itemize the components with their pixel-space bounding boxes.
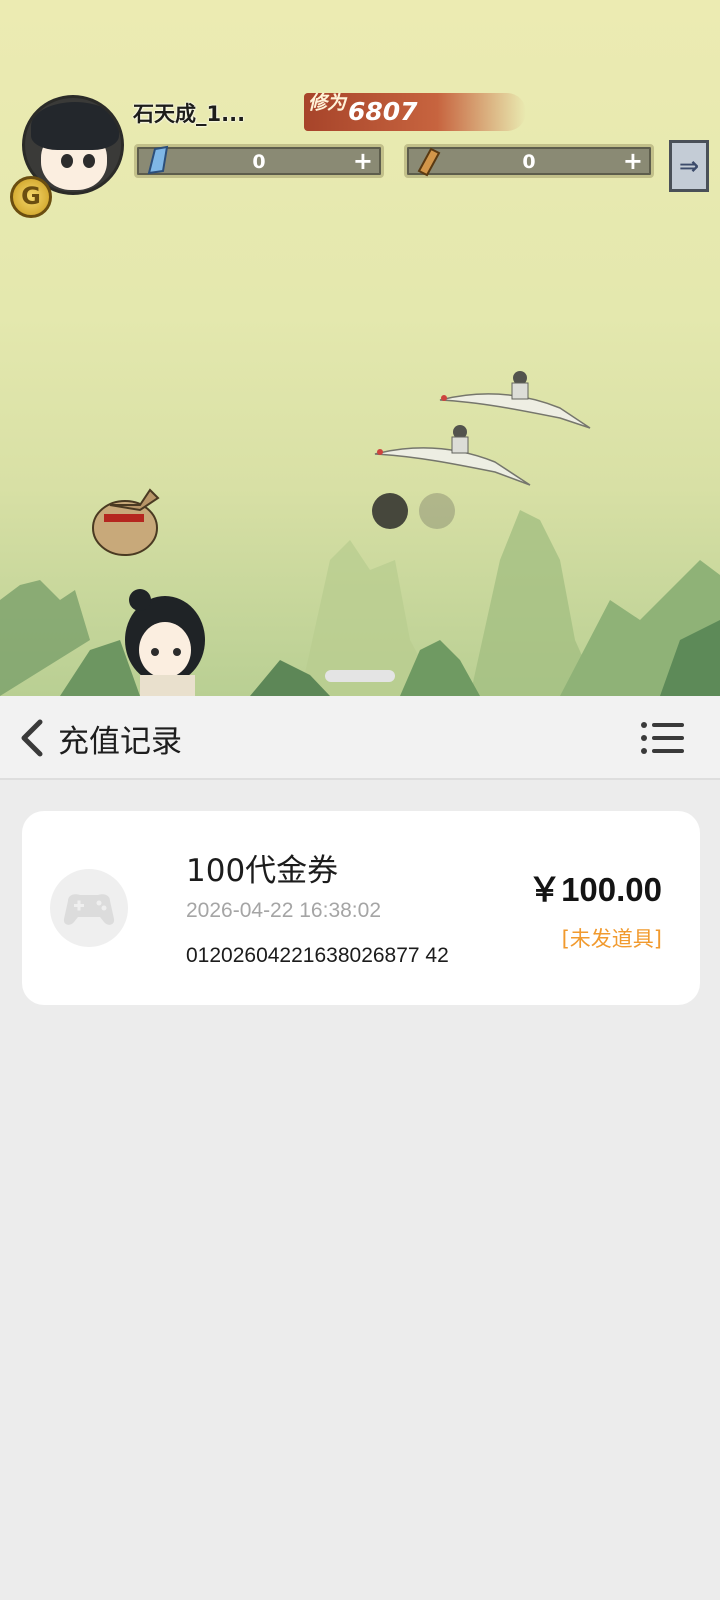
add-scroll-button[interactable]: +	[623, 149, 643, 173]
recharge-record-card[interactable]: 100代金券 2026-04-22 16:38:02 0120260422163…	[22, 811, 700, 1005]
avatar-eye	[61, 154, 73, 168]
record-order-number: 01202604221638026877 42	[186, 944, 449, 967]
recharge-records-sheet: 充值记录 100代金券 2026-04-22 16:38:02 01202604…	[0, 696, 720, 1600]
game-scene[interactable]: G 石天成_1... 修为 6807 0 + 0 + ⇒	[0, 0, 720, 696]
record-timestamp: 2026-04-22 16:38:02	[186, 899, 381, 922]
level-badge[interactable]: G	[10, 176, 52, 218]
cultivation-label: 修为	[308, 92, 347, 114]
crystal-resource-bar[interactable]: 0 +	[134, 144, 384, 178]
drag-handle[interactable]	[325, 670, 395, 682]
record-status: [未发道具]	[561, 927, 662, 951]
player-name: 石天成_1...	[133, 102, 246, 126]
record-price: ￥100.00	[528, 871, 662, 908]
cultivation-banner: 修为 6807	[304, 93, 526, 131]
crystal-count: 0	[252, 151, 266, 173]
gamepad-icon	[50, 869, 128, 947]
chevron-left-icon[interactable]	[14, 714, 50, 762]
avatar-hair	[31, 102, 119, 150]
cultivation-value: 6807	[348, 97, 418, 126]
pagination-dots	[372, 493, 455, 529]
avatar-eye	[83, 154, 95, 168]
money-bag-icon	[92, 488, 160, 556]
nav-bar: 充值记录	[0, 696, 720, 780]
record-item-name: 100代金券	[186, 853, 339, 889]
crane-2	[374, 425, 531, 486]
page-title: 充值记录	[58, 724, 182, 760]
list-menu-icon[interactable]	[640, 720, 684, 756]
character-sprite	[125, 589, 205, 696]
crane-1	[439, 371, 591, 429]
add-crystal-button[interactable]: +	[353, 149, 373, 173]
expand-arrow-button[interactable]: ⇒	[669, 140, 709, 192]
scroll-resource-bar[interactable]: 0 +	[404, 144, 654, 178]
scroll-count: 0	[522, 151, 536, 173]
